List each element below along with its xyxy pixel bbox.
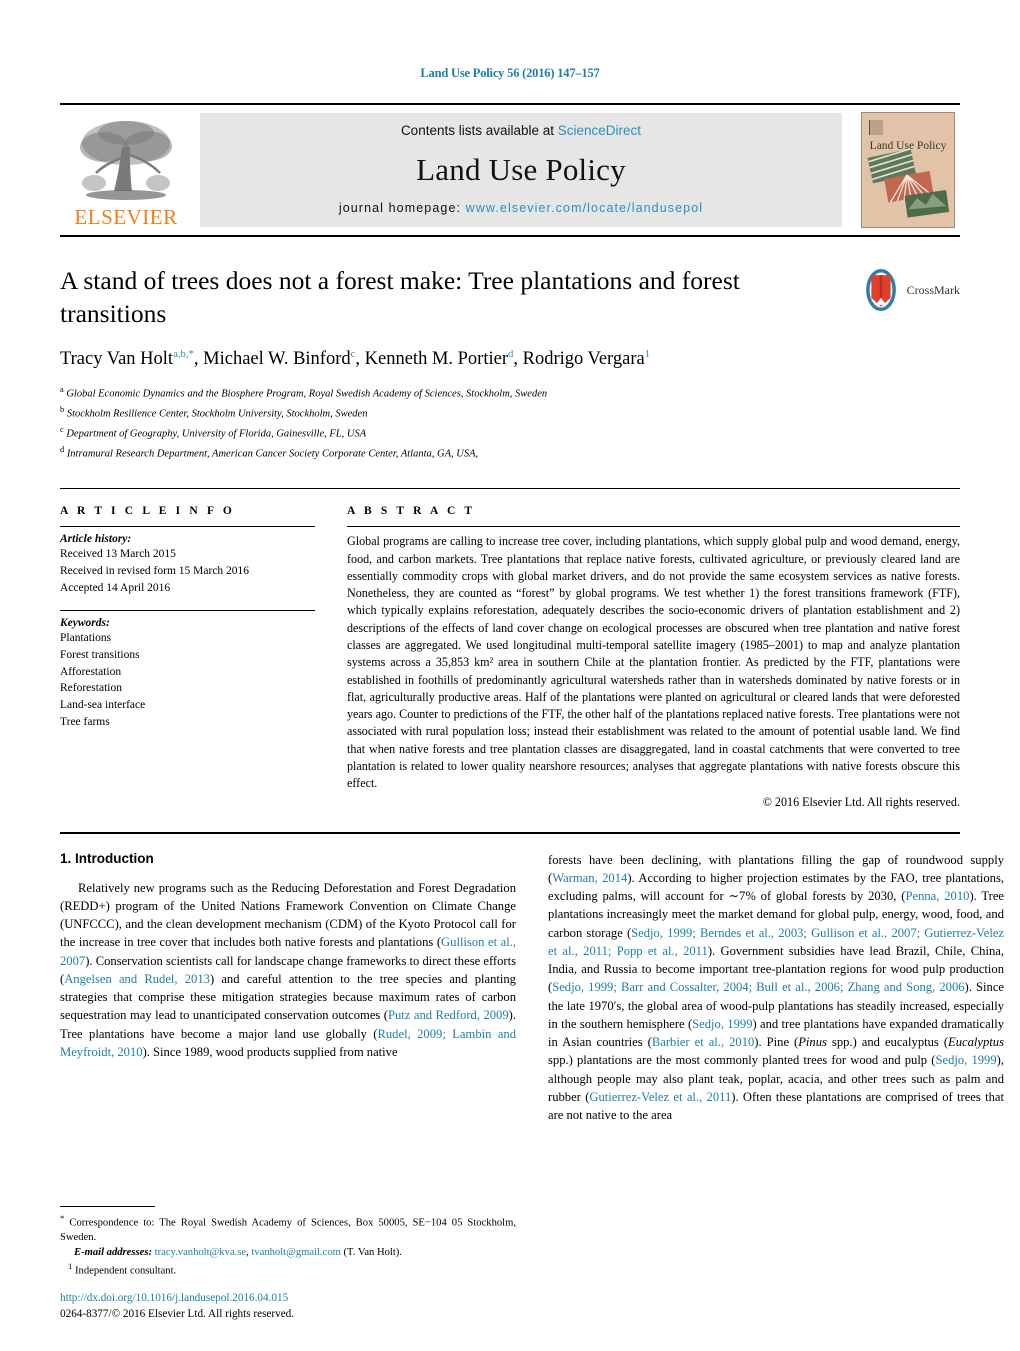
abstract-heading: A B S T R A C T bbox=[347, 505, 476, 518]
affiliation-marker: d bbox=[60, 444, 65, 454]
cover-elsevier-mark-icon bbox=[869, 120, 883, 135]
keyword-item: Afforestation bbox=[60, 665, 122, 678]
keywords-rule bbox=[60, 610, 315, 612]
abstract-body-divider bbox=[60, 831, 960, 834]
running-head: Land Use Policy 56 (2016) 147–157 bbox=[420, 66, 600, 80]
article-history-list: Received 13 March 2015 Received in revis… bbox=[60, 546, 315, 596]
homepage-url-link[interactable]: www.elsevier.com/locate/landusepol bbox=[466, 201, 704, 215]
keyword-item: Land-sea interface bbox=[60, 699, 146, 712]
article-info-heading: A R T I C L E I N F O bbox=[60, 505, 235, 518]
affiliation-item: d Intramural Research Department, Americ… bbox=[60, 443, 840, 463]
contents-prefix: Contents lists available at bbox=[400, 123, 558, 138]
affiliation-text: Department of Geography, University of F… bbox=[66, 428, 367, 440]
keyword-item: Plantations bbox=[60, 632, 112, 645]
elsevier-logo: ELSEVIER bbox=[60, 105, 192, 235]
journal-masthead: ELSEVIER Contents lists available at Sci… bbox=[60, 103, 960, 237]
footnote-independent-consultant: 1 Independent consultant. bbox=[68, 1261, 177, 1277]
article-history-label: Article history: bbox=[60, 533, 132, 546]
keyword-item: Reforestation bbox=[60, 682, 122, 695]
journal-homepage-line: journal homepage: www.elsevier.com/locat… bbox=[339, 201, 703, 215]
affiliation-text: Stockholm Resilience Center, Stockholm U… bbox=[66, 408, 368, 420]
affiliation-item: c Department of Geography, University of… bbox=[60, 423, 840, 443]
affiliation-marker: b bbox=[60, 405, 65, 415]
crossmark-label: CrossMark bbox=[906, 282, 960, 297]
article-page: Land Use Policy 56 (2016) 147–157 ELSEVI… bbox=[0, 0, 1020, 1351]
doi-block: http://dx.doi.org/10.1016/j.landusepol.2… bbox=[60, 1291, 516, 1323]
affiliation-item: b Stockholm Resilience Center, Stockholm… bbox=[60, 403, 840, 423]
history-item: Received in revised form 15 March 2016 bbox=[60, 565, 250, 578]
abstract-column: A B S T R A C T Global programs are call… bbox=[347, 505, 960, 809]
title-block: CrossMark A stand of trees does not a fo… bbox=[60, 265, 960, 462]
body-column-left: 1. Introduction Relatively new programs … bbox=[60, 851, 516, 1125]
footnote-rule bbox=[60, 1205, 155, 1207]
affiliation-marker: c bbox=[60, 424, 64, 434]
intro-paragraph-right: forests have been declining, with planta… bbox=[548, 852, 1005, 1123]
body-column-right: forests have been declining, with planta… bbox=[548, 851, 1004, 1125]
keywords-label: Keywords: bbox=[60, 617, 110, 630]
abstract-text: Global programs are calling to increase … bbox=[347, 534, 960, 791]
journal-cover-thumb: Land Use Policy bbox=[856, 105, 960, 235]
body-columns: 1. Introduction Relatively new programs … bbox=[60, 851, 1004, 1125]
footnote-block: * Correspondence to: The Royal Swedish A… bbox=[60, 1205, 516, 1279]
article-info-column: A R T I C L E I N F O Article history: R… bbox=[60, 505, 315, 809]
history-item: Received 13 March 2015 bbox=[60, 548, 176, 561]
title-abstract-divider bbox=[60, 488, 960, 490]
keyword-item: Tree farms bbox=[60, 715, 110, 728]
affiliation-text: Intramural Research Department, American… bbox=[66, 448, 479, 460]
section-heading-introduction: 1. Introduction bbox=[60, 850, 154, 866]
doi-link[interactable]: http://dx.doi.org/10.1016/j.landusepol.2… bbox=[60, 1291, 516, 1307]
footnote-emails: E-mail addresses: tracy.vanholt@kva.se, … bbox=[74, 1247, 402, 1259]
issn-copyright-line: 0264-8377/© 2016 Elsevier Ltd. All right… bbox=[60, 1308, 295, 1321]
cover-artwork bbox=[867, 147, 950, 218]
affiliation-item: a Global Economic Dynamics and the Biosp… bbox=[60, 383, 840, 403]
elsevier-tree-icon bbox=[80, 120, 172, 200]
contents-list-line: Contents lists available at ScienceDirec… bbox=[401, 123, 641, 138]
journal-band: Contents lists available at ScienceDirec… bbox=[200, 113, 842, 227]
crossmark-badge-group[interactable]: CrossMark bbox=[860, 269, 960, 311]
abstract-rule bbox=[347, 526, 960, 528]
elsevier-wordmark: ELSEVIER bbox=[74, 204, 178, 229]
page-title: A stand of trees does not a forest make:… bbox=[60, 266, 740, 328]
affiliation-marker: a bbox=[60, 385, 64, 395]
author-list: Tracy Van Holta,b,*, Michael W. Binfordc… bbox=[60, 348, 651, 370]
abstract-copyright: © 2016 Elsevier Ltd. All rights reserved… bbox=[762, 794, 960, 809]
journal-title: Land Use Policy bbox=[416, 151, 626, 187]
keyword-item: Forest transitions bbox=[60, 649, 140, 662]
keywords-list: Plantations Forest transitions Afforesta… bbox=[60, 630, 315, 730]
intro-paragraph-left: Relatively new programs such as the Redu… bbox=[60, 880, 517, 1059]
footnote-correspondence: * Correspondence to: The Royal Swedish A… bbox=[60, 1212, 516, 1244]
cover-image: Land Use Policy bbox=[861, 112, 955, 228]
crossmark-icon[interactable] bbox=[860, 269, 902, 311]
homepage-prefix: journal homepage: bbox=[338, 201, 466, 215]
affiliation-text: Global Economic Dynamics and the Biosphe… bbox=[66, 388, 548, 400]
info-abstract-row: A R T I C L E I N F O Article history: R… bbox=[60, 505, 960, 809]
sciencedirect-link[interactable]: ScienceDirect bbox=[558, 123, 641, 138]
history-item: Accepted 14 April 2016 bbox=[60, 581, 171, 594]
article-info-rule bbox=[60, 526, 315, 528]
affiliation-list: a Global Economic Dynamics and the Biosp… bbox=[60, 383, 840, 462]
